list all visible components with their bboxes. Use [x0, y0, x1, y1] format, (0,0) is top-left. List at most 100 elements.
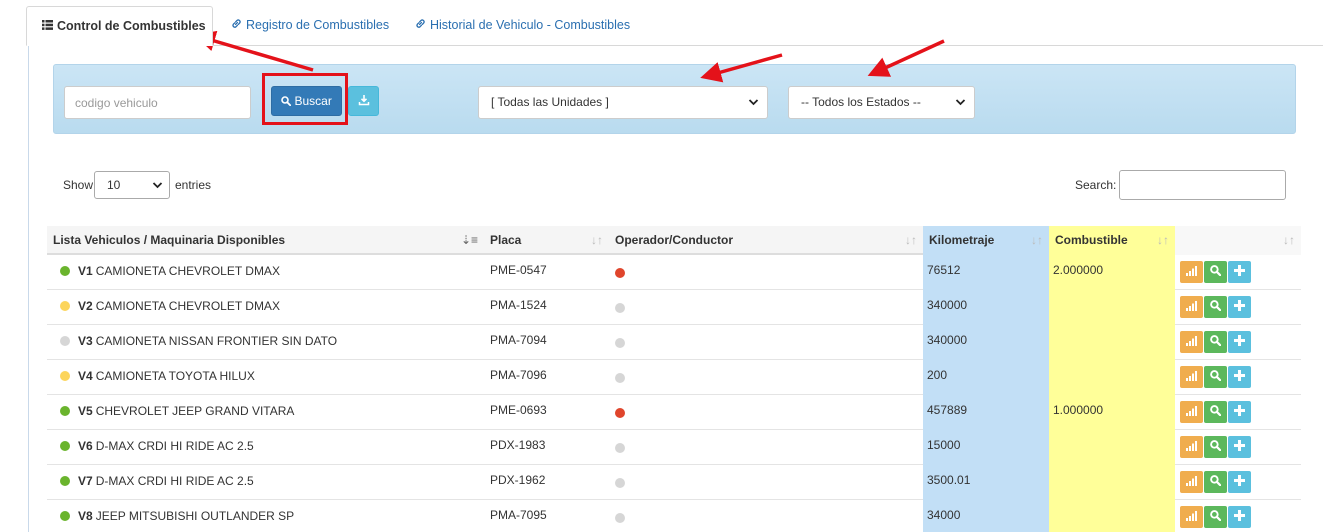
plus-icon [1234, 510, 1245, 521]
add-button[interactable] [1228, 506, 1251, 528]
column-header-placa[interactable]: Placa ↓↑ [484, 226, 609, 255]
status-dot [60, 266, 70, 276]
vehicle-name: CAMIONETA CHEVROLET DMAX [95, 264, 280, 278]
states-select[interactable]: -- Todos los Estados -- [788, 86, 975, 119]
column-header-kilometraje[interactable]: Kilometraje ↓↑ [923, 226, 1049, 255]
units-select[interactable]: [ Todas las Unidades ] [478, 86, 768, 119]
view-button[interactable] [1204, 436, 1227, 458]
stats-button[interactable] [1180, 436, 1203, 458]
add-button[interactable] [1228, 436, 1251, 458]
add-button[interactable] [1228, 366, 1251, 388]
operator-cell [609, 430, 923, 465]
table-row: V3 CAMIONETA NISSAN FRONTIER SIN DATO PMA… [47, 325, 1301, 360]
operator-cell [609, 465, 923, 500]
view-button[interactable] [1204, 401, 1227, 423]
table-header: Lista Vehiculos / Maquinaria Disponibles… [47, 226, 1301, 255]
vehicle-cell: V2 CAMIONETA CHEVROLET DMAX [47, 290, 484, 325]
combustible-cell [1049, 465, 1175, 500]
column-header-actions[interactable]: ↓↑ [1175, 226, 1301, 255]
combustible-cell: 1.000000 [1049, 395, 1175, 430]
operator-cell [609, 290, 923, 325]
vehicle-code: V5 [78, 404, 93, 418]
table-row: V4 CAMIONETA TOYOTA HILUX PMA-7096 200 [47, 360, 1301, 395]
vehicle-code: V2 [78, 299, 93, 313]
actions-cell [1175, 395, 1301, 430]
sort-icon: ↓↑ [1157, 233, 1169, 247]
placa-cell: PME-0547 [490, 263, 547, 277]
stats-button[interactable] [1180, 366, 1203, 388]
kilometraje-cell: 340000 [923, 290, 1049, 325]
stats-button[interactable] [1180, 331, 1203, 353]
stats-button[interactable] [1180, 401, 1203, 423]
units-select-value: [ Todas las Unidades ] [491, 95, 609, 109]
status-dot [60, 301, 70, 311]
column-header-vehiculos[interactable]: Lista Vehiculos / Maquinaria Disponibles… [47, 226, 484, 255]
chevron-down-icon [955, 87, 966, 131]
stats-button[interactable] [1180, 506, 1203, 528]
stats-button[interactable] [1180, 296, 1203, 318]
table-row: V7 D-MAX CRDI HI RIDE AC 2.5 PDX-1962 350… [47, 465, 1301, 500]
column-header-operador[interactable]: Operador/Conductor ↓↑ [609, 226, 923, 255]
operator-status-dot [615, 373, 625, 383]
sort-icon: ↓↑ [591, 233, 603, 247]
entries-label: entries [175, 178, 212, 192]
chevron-down-icon [152, 172, 163, 208]
magnifier-icon [1210, 370, 1222, 382]
stats-button[interactable] [1180, 261, 1203, 283]
actions-cell [1175, 500, 1301, 532]
view-button[interactable] [1204, 471, 1227, 493]
bar-chart-icon [1186, 511, 1197, 521]
bar-chart-icon [1186, 266, 1197, 276]
tab-historial-vehiculo[interactable]: Historial de Vehiculo - Combustibles [415, 6, 630, 44]
tab-control-combustibles[interactable]: Control de Combustibles [26, 6, 213, 46]
vehicle-code: V8 [78, 509, 93, 523]
kilometraje-cell: 340000 [923, 325, 1049, 360]
column-header-combustible[interactable]: Combustible ↓↑ [1049, 226, 1175, 255]
link-icon [415, 6, 426, 44]
status-dot [60, 371, 70, 381]
placa-cell: PME-0693 [490, 403, 547, 417]
vehicle-code: V4 [78, 369, 93, 383]
vehicle-code: V6 [78, 439, 93, 453]
tab-registro-combustibles[interactable]: Registro de Combustibles [231, 6, 389, 44]
kilometraje-cell: 76512 [923, 255, 1049, 290]
placa-cell: PDX-1962 [490, 473, 546, 487]
status-dot [60, 441, 70, 451]
download-button[interactable] [348, 86, 379, 116]
vehicle-name: D-MAX CRDI HI RIDE AC 2.5 [95, 474, 254, 488]
vehicle-code-input[interactable] [64, 86, 251, 119]
magnifier-icon [1210, 475, 1222, 487]
add-button[interactable] [1228, 261, 1251, 283]
operator-cell [609, 325, 923, 360]
list-icon [42, 7, 53, 45]
stats-button[interactable] [1180, 471, 1203, 493]
placa-cell: PMA-7096 [490, 368, 547, 382]
view-button[interactable] [1204, 506, 1227, 528]
plus-icon [1234, 475, 1245, 486]
table-row: V5 CHEVROLET JEEP GRAND VITARA PME-0693 4… [47, 395, 1301, 430]
magnifier-icon [1210, 265, 1222, 277]
operator-status-dot [615, 268, 625, 278]
table-search-input[interactable] [1119, 170, 1286, 200]
view-button[interactable] [1204, 296, 1227, 318]
add-button[interactable] [1228, 471, 1251, 493]
operator-status-dot [615, 478, 625, 488]
vehicle-name: CAMIONETA NISSAN FRONTIER SIN DATO [95, 334, 338, 348]
bar-chart-icon [1186, 441, 1197, 451]
table-row: V2 CAMIONETA CHEVROLET DMAX PMA-1524 3400… [47, 290, 1301, 325]
view-button[interactable] [1204, 331, 1227, 353]
add-button[interactable] [1228, 401, 1251, 423]
download-icon [358, 94, 370, 108]
add-button[interactable] [1228, 296, 1251, 318]
chevron-down-icon [748, 87, 759, 131]
operator-status-dot [615, 303, 625, 313]
entries-select[interactable]: 10 [94, 171, 170, 199]
sort-icon: ↓↑ [905, 233, 917, 247]
table-row: V6 D-MAX CRDI HI RIDE AC 2.5 PDX-1983 150… [47, 430, 1301, 465]
view-button[interactable] [1204, 261, 1227, 283]
view-button[interactable] [1204, 366, 1227, 388]
operator-cell [609, 255, 923, 290]
sort-desc-icon: ⇣≡ [460, 233, 478, 247]
add-button[interactable] [1228, 331, 1251, 353]
vehicle-cell: V8 JEEP MITSUBISHI OUTLANDER SP [47, 500, 484, 532]
